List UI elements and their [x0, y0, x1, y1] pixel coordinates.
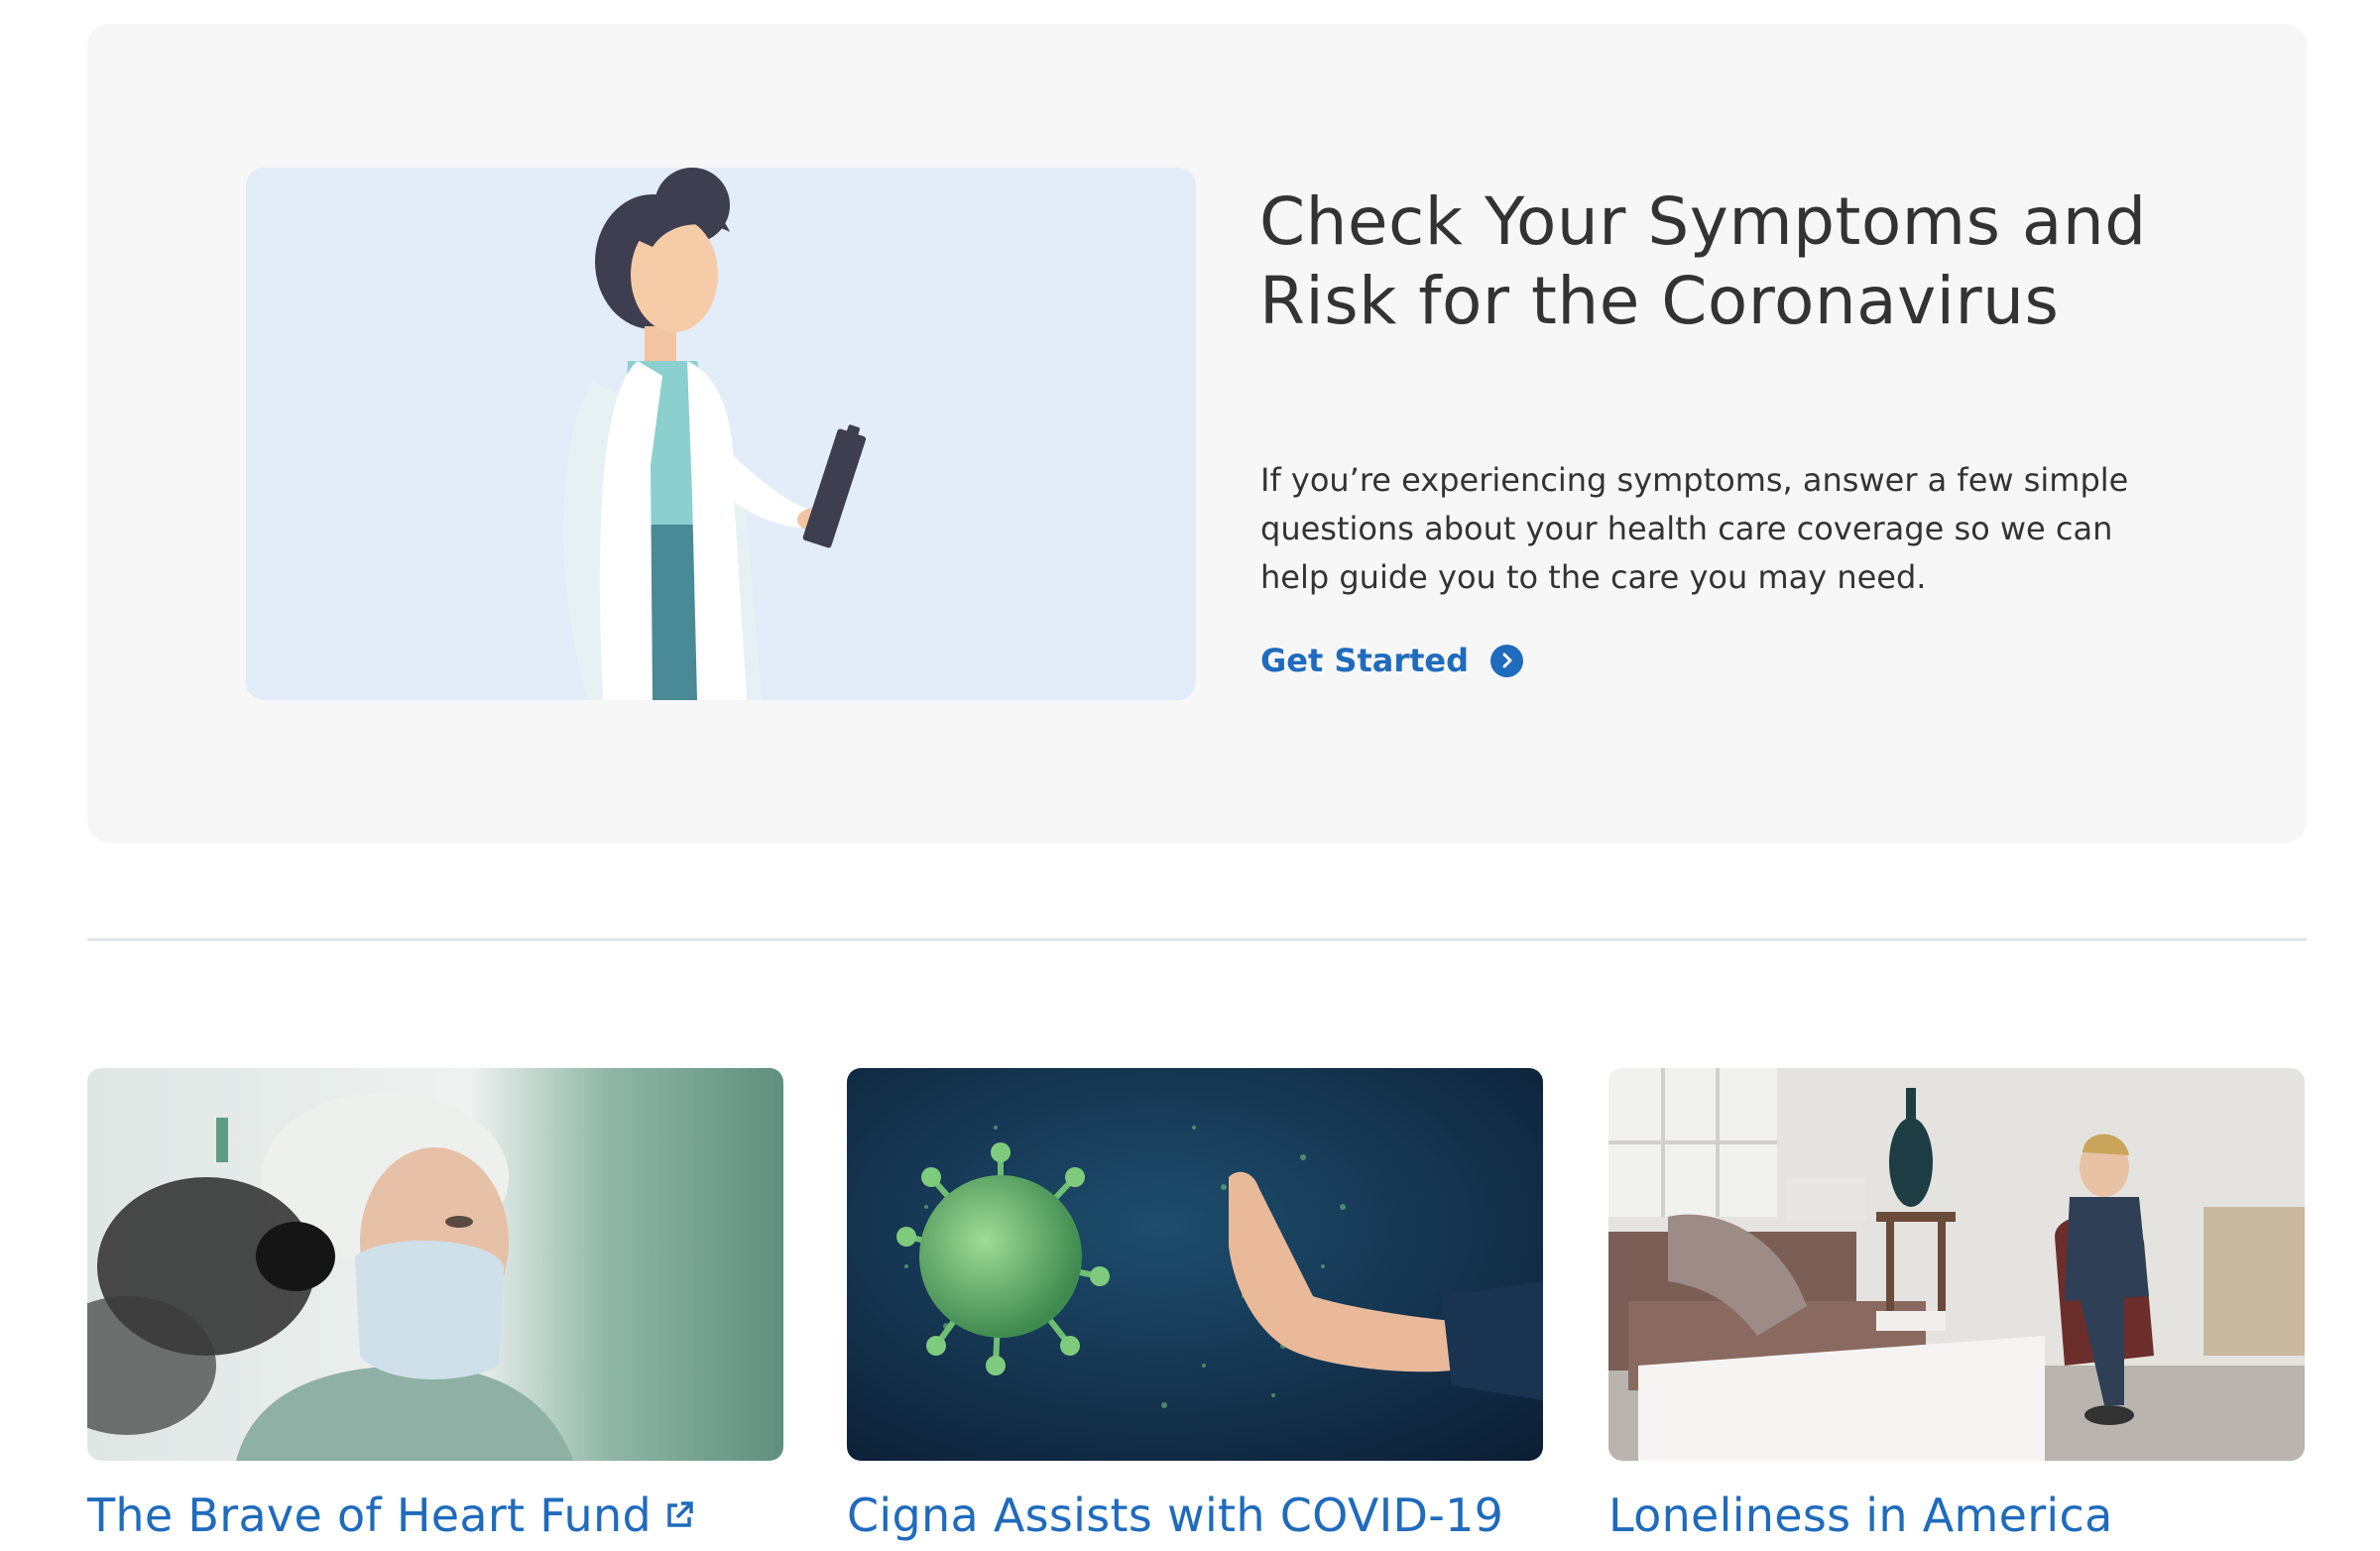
card-title-label: Cigna Assists with COVID-19 — [847, 1489, 1504, 1542]
get-started-label: Get Started — [1260, 642, 1470, 679]
hero-description: If you’re experiencing symptoms, answer … — [1260, 461, 2129, 596]
loneliness-image[interactable] — [1608, 1068, 2305, 1461]
card-title-brave-of-heart[interactable]: The Brave of Heart Fund — [87, 1486, 695, 1545]
hero-title: Check Your Symptoms and Risk for the Cor… — [1259, 183, 2147, 339]
brave-of-heart-image[interactable] — [87, 1068, 783, 1461]
symptom-checker-hero: Check Your Symptoms and Risk for the Cor… — [87, 24, 2307, 843]
card-title-cigna-assists[interactable]: Cigna Assists with COVID-19 — [847, 1486, 1503, 1545]
external-link-icon — [663, 1486, 695, 1545]
covid-virus-image[interactable] — [847, 1068, 1543, 1461]
doctor-illustration — [246, 168, 1196, 700]
card-title-label: Loneliness in America — [1608, 1489, 2113, 1542]
get-started-link[interactable]: Get Started — [1260, 631, 1524, 690]
card-title-loneliness[interactable]: Loneliness in America — [1608, 1486, 2113, 1545]
section-divider — [87, 938, 2307, 941]
chevron-right-circle-icon — [1490, 644, 1524, 677]
card-title-label: The Brave of Heart Fund — [87, 1489, 652, 1542]
